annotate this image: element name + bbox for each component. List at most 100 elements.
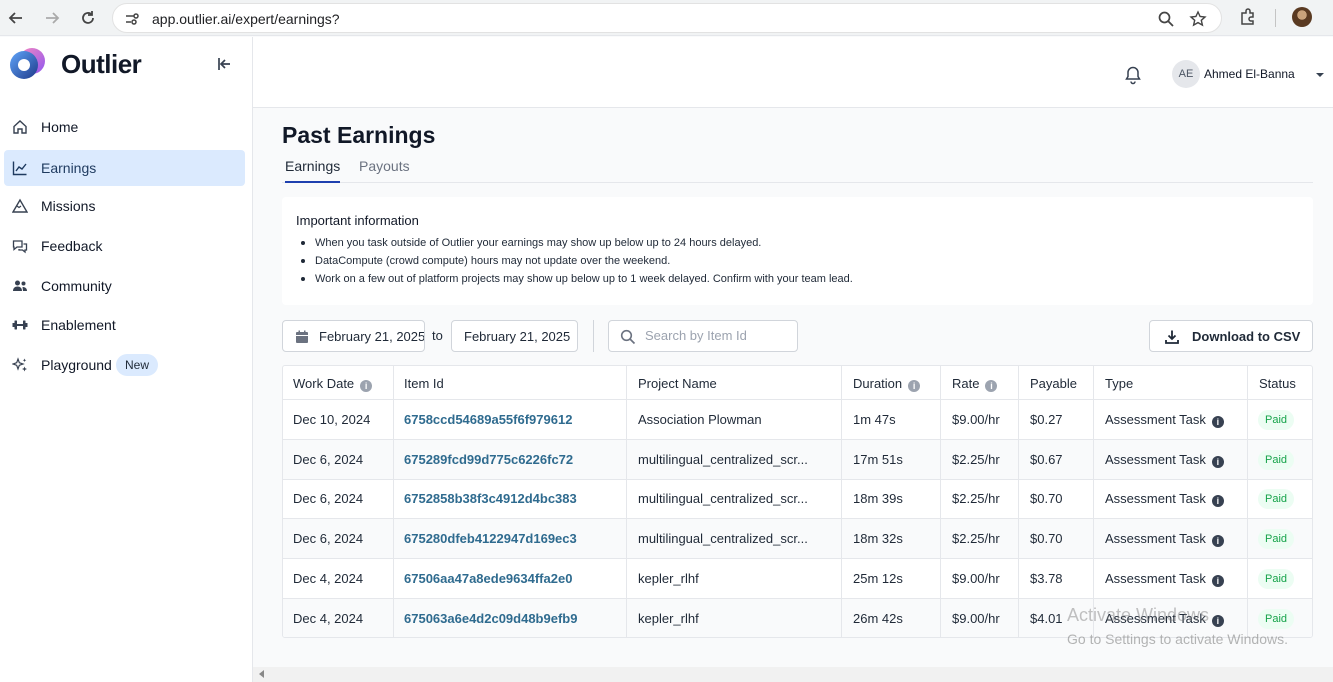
sidebar-item-label: Playground [41, 357, 112, 373]
cell-payable: $0.27 [1030, 412, 1063, 427]
info-icon[interactable]: i [1211, 495, 1224, 508]
date-from-value: February 21, 2025 [319, 329, 425, 344]
date-to-field[interactable]: February 21, 2025 [451, 320, 578, 352]
important-info-card: Important information When you task outs… [282, 197, 1313, 305]
search-icon [620, 329, 636, 345]
calendar-icon [296, 330, 308, 343]
chart-line-icon [12, 161, 27, 176]
toolbar-divider [1275, 9, 1276, 27]
cell-work-date: Dec 6, 2024 [293, 451, 364, 467]
notification-bell-icon[interactable] [1123, 65, 1143, 85]
info-list: When you task outside of Outlier your ea… [301, 237, 853, 291]
address-bar[interactable]: app.outlier.ai/expert/earnings? [112, 3, 1222, 33]
col-project-name[interactable]: Project Name [638, 376, 717, 391]
bookmark-star-icon[interactable] [1189, 10, 1207, 28]
site-settings-icon[interactable] [123, 10, 141, 28]
column-divider [393, 366, 394, 637]
cell-work-date: Dec 10, 2024 [293, 412, 371, 427]
info-icon[interactable]: i [1211, 614, 1224, 627]
col-status[interactable]: Status [1259, 376, 1296, 391]
reload-icon[interactable] [77, 7, 99, 29]
cell-payable: $3.78 [1030, 570, 1063, 586]
earnings-table: Work Date i Item Id Project Name Duration… [282, 365, 1313, 638]
cell-status: Paid [1247, 519, 1312, 559]
cell-type: Assessment Task i [1105, 571, 1224, 587]
user-name[interactable]: Ahmed El-Banna [1204, 67, 1295, 81]
date-from-field[interactable]: February 21, 2025 [282, 320, 425, 352]
table-row: Dec 10, 2024 6758ccd54689a55f6f979612 Asso… [283, 400, 1312, 440]
col-rate[interactable]: Rate i [952, 376, 998, 392]
download-csv-button[interactable]: Download to CSV [1149, 320, 1313, 352]
cell-item-id[interactable]: 67506aa47a8ede9634ffa2e0 [404, 571, 572, 586]
table-row: Dec 6, 2024 675280dfeb4122947d169ec3 multi… [283, 519, 1312, 560]
cell-duration: 17m 51s [853, 451, 903, 467]
chat-bubbles-icon [12, 240, 28, 254]
cell-status: Paid [1247, 559, 1312, 599]
col-duration[interactable]: Duration i [853, 376, 921, 392]
cell-type: Assessment Task i [1105, 412, 1224, 428]
table-row: Dec 4, 2024 67506aa47a8ede9634ffa2e0 keple… [283, 559, 1312, 599]
mountain-icon [12, 198, 28, 213]
sidebar-item-feedback[interactable]: Feedback [4, 228, 245, 264]
status-badge: Paid [1258, 529, 1295, 550]
sidebar-item-enablement[interactable]: Enablement [4, 307, 245, 343]
info-icon[interactable]: i [1211, 574, 1224, 587]
info-icon[interactable]: i [1211, 455, 1224, 468]
cell-item-id[interactable]: 675063a6e4d2c09d48b9efb9 [404, 611, 577, 626]
cell-work-date: Dec 4, 2024 [293, 610, 364, 626]
cell-project-name: kepler_rlhf [638, 610, 699, 626]
collapse-sidebar-icon[interactable] [214, 54, 234, 74]
cell-item-id[interactable]: 6758ccd54689a55f6f979612 [404, 412, 572, 427]
cell-work-date: Dec 4, 2024 [293, 570, 364, 586]
col-type[interactable]: Type [1105, 376, 1133, 391]
sidebar-item-playground[interactable]: Playground New [4, 347, 245, 383]
cell-work-date: Dec 6, 2024 [293, 531, 364, 547]
scroll-left-icon[interactable] [258, 670, 266, 678]
cell-project-name: Association Plowman [638, 412, 762, 427]
horizontal-scrollbar[interactable] [253, 667, 1333, 682]
col-item-id[interactable]: Item Id [404, 376, 444, 391]
col-payable[interactable]: Payable [1030, 376, 1077, 391]
windows-watermark-title: Activate Windows [1067, 605, 1210, 625]
cell-item-id[interactable]: 6752858b38f3c4912d4bc383 [404, 491, 577, 506]
info-icon: i [360, 380, 373, 392]
col-work-date[interactable]: Work Date i [293, 376, 373, 392]
sidebar-item-label: Home [41, 119, 79, 135]
item-id-search[interactable] [608, 320, 798, 352]
search-input[interactable] [645, 328, 790, 343]
back-icon[interactable] [5, 7, 27, 29]
table-header: Work Date i Item Id Project Name Duration… [283, 366, 1312, 400]
date-range-to-label: to [432, 328, 443, 343]
sidebar-item-missions[interactable]: Missions [4, 188, 245, 224]
info-icon[interactable]: i [1211, 535, 1224, 548]
info-icon: i [985, 380, 998, 392]
cell-status: Paid [1247, 479, 1312, 519]
profile-avatar[interactable] [1292, 7, 1312, 27]
download-icon [1165, 330, 1179, 344]
tab-payouts[interactable]: Payouts [359, 158, 410, 183]
cell-item-id[interactable]: 675289fcd99d775c6226fc72 [404, 452, 573, 467]
chevron-down-icon[interactable] [1314, 70, 1326, 80]
table-row: Dec 6, 2024 675289fcd99d775c6226fc72 multi… [283, 439, 1312, 480]
forward-icon[interactable] [41, 7, 63, 29]
sidebar-item-community[interactable]: Community [4, 268, 245, 304]
cell-duration: 1m 47s [853, 412, 896, 427]
sidebar-item-home[interactable]: Home [4, 109, 245, 145]
cell-type: Assessment Task i [1105, 531, 1224, 548]
cell-status: Paid [1247, 440, 1312, 480]
home-icon [13, 120, 27, 134]
sidebar-item-earnings[interactable]: Earnings [4, 150, 245, 186]
extensions-icon[interactable] [1238, 7, 1258, 27]
cell-item-id[interactable]: 675280dfeb4122947d169ec3 [404, 531, 577, 546]
column-divider [1093, 366, 1094, 637]
user-avatar[interactable]: AE [1172, 60, 1200, 88]
browser-toolbar: app.outlier.ai/expert/earnings? [0, 0, 1333, 36]
cell-rate: $2.25/hr [952, 451, 1000, 467]
sidebar-item-label: Community [41, 278, 112, 294]
cell-duration: 18m 39s [853, 491, 903, 507]
zoom-icon[interactable] [1157, 10, 1175, 28]
sparkles-icon [12, 357, 27, 372]
cell-rate: $9.00/hr [952, 570, 1000, 586]
tab-earnings[interactable]: Earnings [285, 158, 341, 183]
info-icon[interactable]: i [1211, 416, 1224, 428]
